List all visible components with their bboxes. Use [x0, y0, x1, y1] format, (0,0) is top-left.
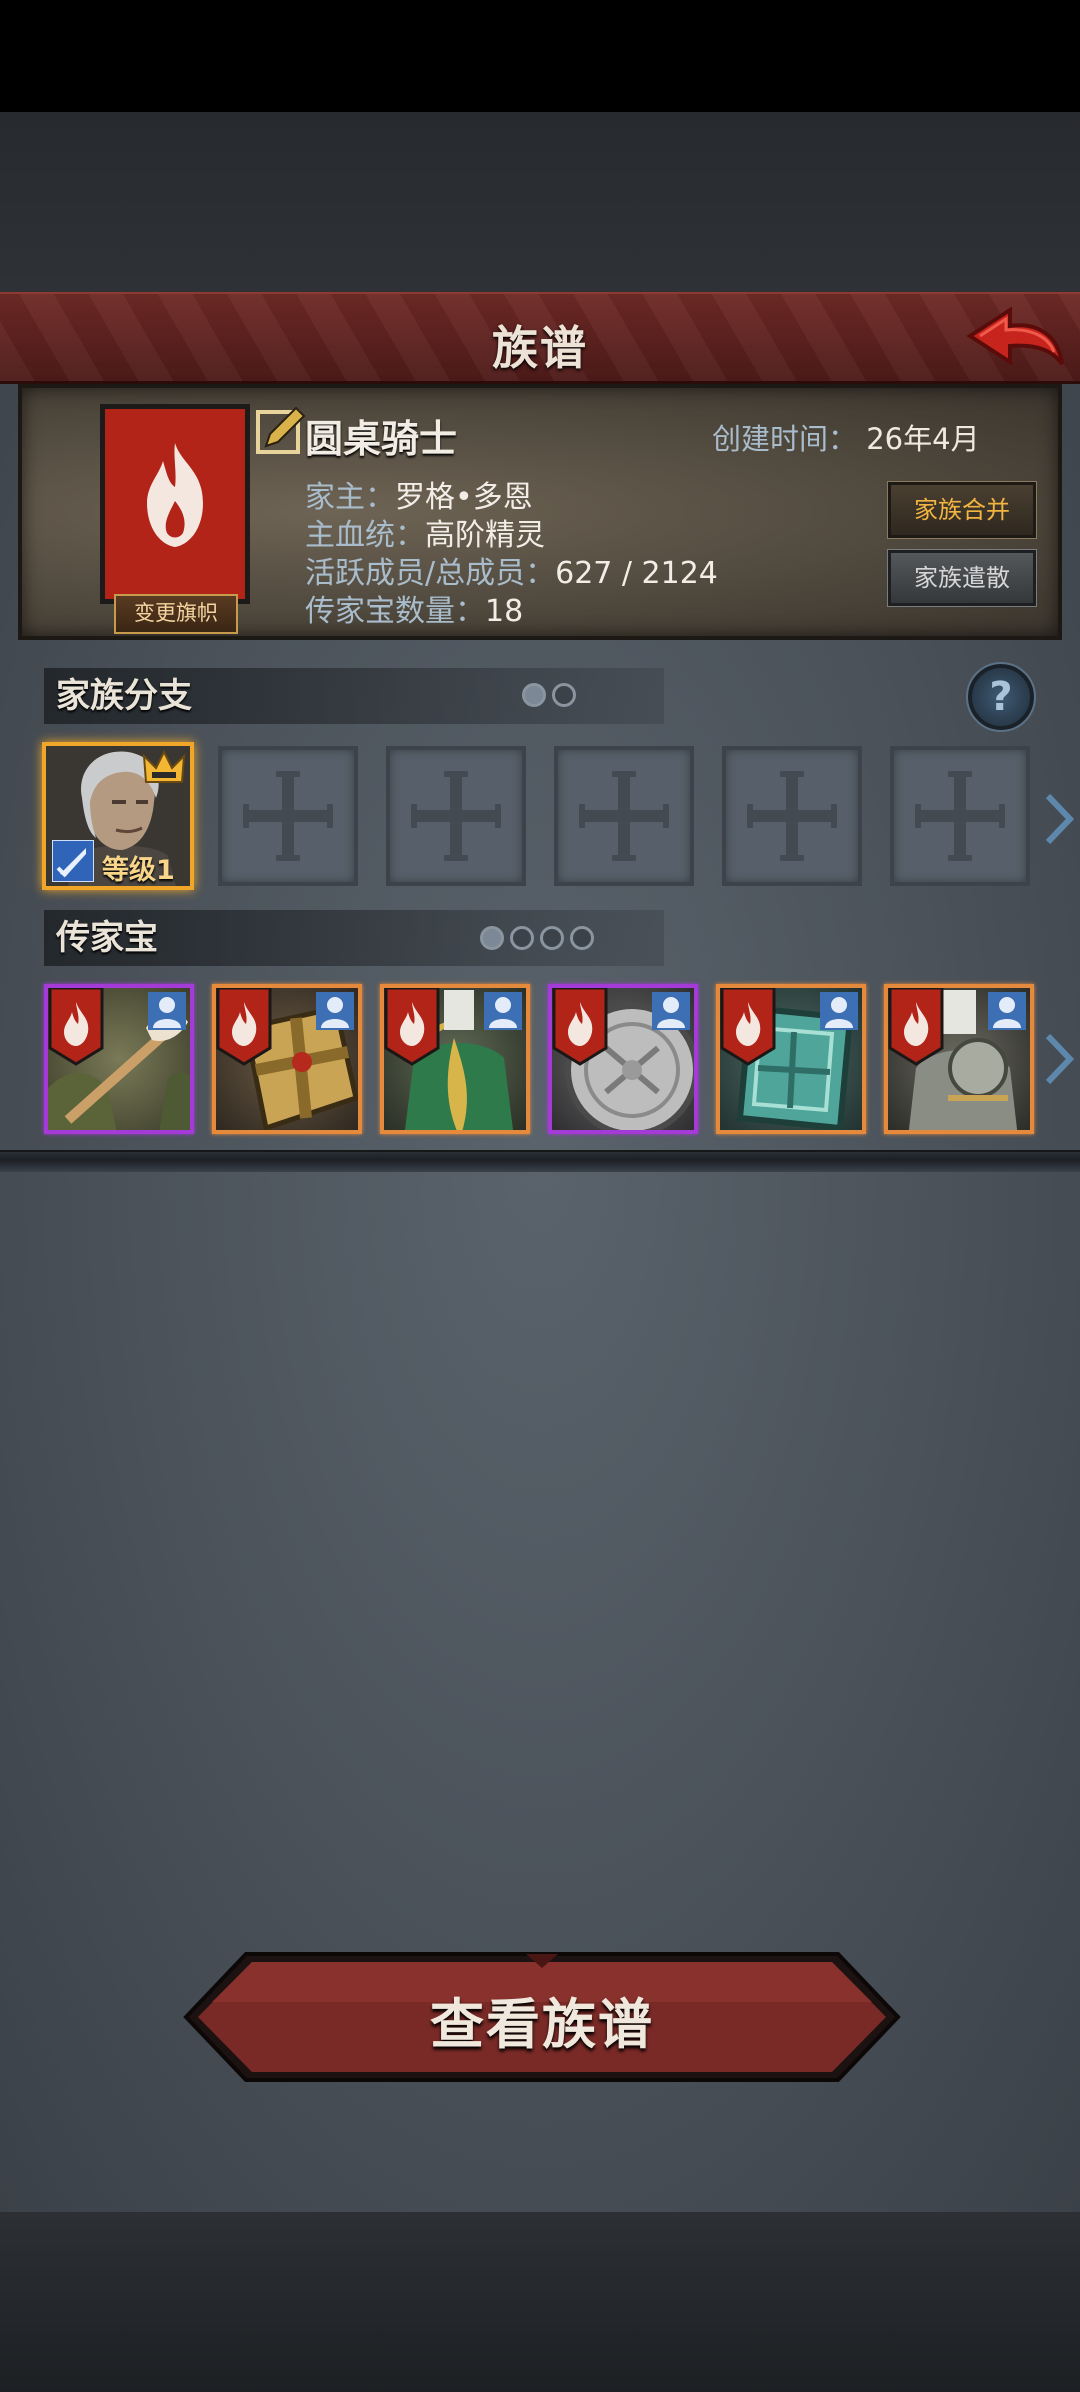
- person-icon: [988, 992, 1026, 1030]
- created-time: 创建时间： 26年4月: [712, 422, 980, 456]
- family-flag-icon: [384, 988, 440, 1066]
- family-flag-icon: [552, 988, 608, 1066]
- cross-placeholder-icon: [411, 771, 501, 861]
- cross-placeholder-icon: [747, 771, 837, 861]
- page-title: 族谱: [492, 321, 588, 375]
- heirloom-card[interactable]: [716, 984, 866, 1134]
- cross-placeholder-icon: [243, 771, 333, 861]
- heirloom-card[interactable]: [548, 984, 698, 1134]
- empty-branch-slot[interactable]: [386, 746, 526, 886]
- page-dot: [522, 683, 546, 707]
- heirloom-next-arrow-icon[interactable]: [1044, 1032, 1074, 1086]
- sword-class-icon: [52, 840, 94, 882]
- empty-branch-slot[interactable]: [554, 746, 694, 886]
- page-dot: [552, 683, 576, 707]
- upper-background: [0, 112, 1080, 292]
- family-flag-icon: [888, 988, 944, 1066]
- flame-emblem-icon: [147, 443, 203, 547]
- family-info-panel: 变更旗帜 圆桌骑士 创建时间： 26年4月 家主：罗格•多恩 主血统：高阶精灵 …: [18, 384, 1062, 640]
- cross-placeholder-icon: [915, 771, 1005, 861]
- leader-level: 等级1: [102, 855, 175, 886]
- person-icon: [484, 992, 522, 1030]
- status-bar-area: [0, 0, 1080, 112]
- empty-branch-slot[interactable]: [722, 746, 862, 886]
- person-icon: [652, 992, 690, 1030]
- branch-page-dots: [522, 683, 576, 707]
- heirloom-card[interactable]: [44, 984, 194, 1134]
- family-merge-button[interactable]: 家族合并: [887, 481, 1037, 539]
- cross-placeholder-icon: [579, 771, 669, 861]
- family-flag-icon: [216, 988, 272, 1066]
- section-divider: [0, 1150, 1080, 1172]
- help-icon[interactable]: ?: [966, 662, 1036, 732]
- bottom-background: [0, 2212, 1080, 2392]
- created-time-value: 26年4月: [866, 422, 980, 456]
- family-banner[interactable]: [100, 404, 250, 604]
- family-flag-icon: [48, 988, 104, 1066]
- empty-branch-slot[interactable]: [218, 746, 358, 886]
- page-dot: [480, 926, 504, 950]
- game-screen: { "header": { "title": "族谱", "back_icon"…: [0, 0, 1080, 2392]
- page-dot: [510, 926, 534, 950]
- branch-leader-card[interactable]: 等级1: [42, 742, 194, 890]
- heirloom-count-row: 传家宝数量：18: [305, 594, 524, 629]
- edit-name-icon[interactable]: [252, 404, 308, 460]
- family-flag-icon: [720, 988, 776, 1066]
- title-bar: 族谱: [0, 292, 1080, 384]
- heirloom-card[interactable]: [212, 984, 362, 1134]
- page-dot: [570, 926, 594, 950]
- family-name: 圆桌骑士: [305, 417, 458, 461]
- page-dot: [540, 926, 564, 950]
- person-icon: [316, 992, 354, 1030]
- crown-icon: [142, 750, 186, 783]
- family-disband-button[interactable]: 家族遣散: [887, 549, 1037, 607]
- heirloom-card[interactable]: [380, 984, 530, 1134]
- back-arrow-icon[interactable]: [966, 302, 1066, 380]
- heirloom-card[interactable]: [884, 984, 1034, 1134]
- person-icon: [148, 992, 186, 1030]
- branch-next-arrow-icon[interactable]: [1044, 792, 1074, 846]
- person-icon: [820, 992, 858, 1030]
- view-genealogy-label: 查看族谱: [430, 1993, 654, 2056]
- change-banner-button[interactable]: 变更旗帜: [114, 594, 238, 634]
- empty-branch-slot[interactable]: [890, 746, 1030, 886]
- heirloom-page-dots: [480, 926, 594, 950]
